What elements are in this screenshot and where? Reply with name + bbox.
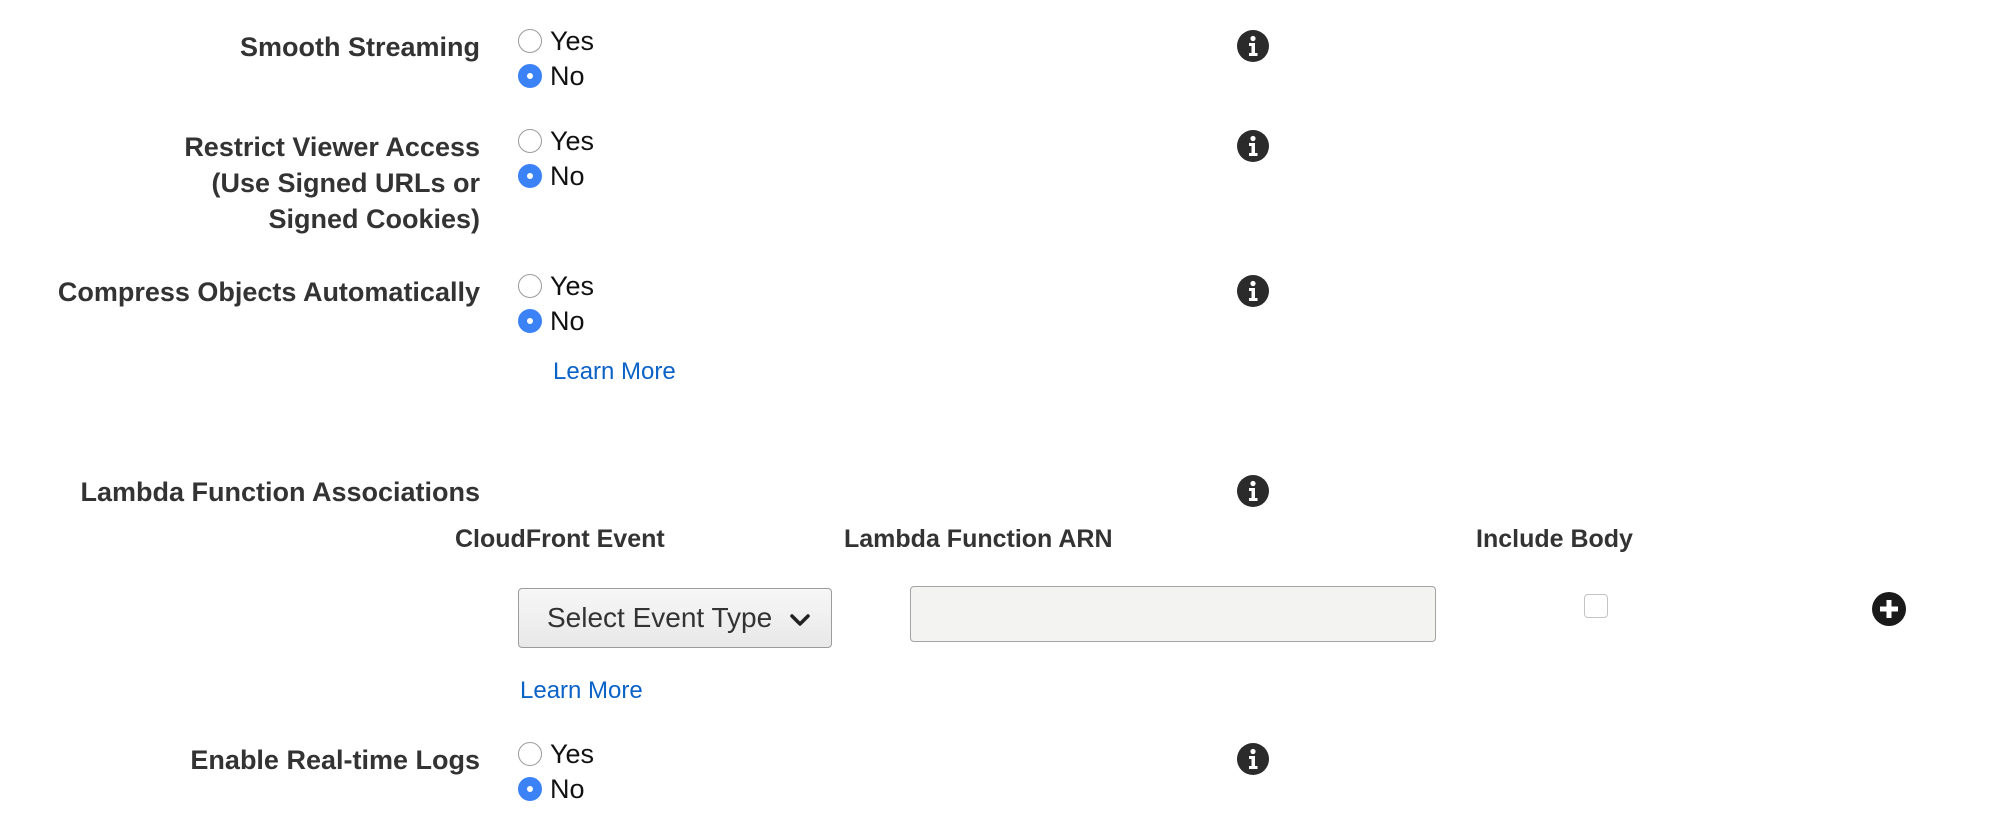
lambda-function-associations-label: Lambda Function Associations bbox=[80, 477, 480, 507]
radio-button[interactable] bbox=[518, 742, 542, 766]
realtime-logs-yes-radio[interactable]: Yes bbox=[518, 738, 594, 770]
restrict-viewer-access-label-line-1: Restrict Viewer Access bbox=[184, 132, 480, 162]
lambda-learn-more-link[interactable]: Learn More bbox=[520, 677, 643, 705]
column-header-lambda-function-arn: Lambda Function ARN bbox=[844, 525, 1113, 553]
radio-button[interactable] bbox=[518, 274, 542, 298]
radio-label: No bbox=[550, 305, 585, 336]
restrict-viewer-access-label-line-3: Signed Cookies) bbox=[268, 204, 480, 234]
compress-objects-yes-radio[interactable]: Yes bbox=[518, 270, 594, 302]
radio-label: Yes bbox=[550, 270, 595, 301]
info-icon[interactable] bbox=[1237, 275, 1269, 307]
event-type-select-value: Select Event Type bbox=[547, 602, 773, 633]
compress-objects-learn-more-link[interactable]: Learn More bbox=[553, 358, 676, 386]
realtime-logs-no-radio[interactable]: No bbox=[518, 773, 585, 805]
chevron-down-icon bbox=[790, 614, 810, 626]
smooth-streaming-no-radio[interactable]: No bbox=[518, 60, 585, 92]
plus-circle-icon[interactable] bbox=[1872, 592, 1906, 626]
info-icon[interactable] bbox=[1237, 130, 1269, 162]
enable-realtime-logs-label: Enable Real-time Logs bbox=[190, 745, 480, 775]
smooth-streaming-label: Smooth Streaming bbox=[239, 32, 480, 62]
column-header-cloudfront-event: CloudFront Event bbox=[455, 525, 665, 553]
radio-label: Yes bbox=[550, 25, 595, 56]
column-header-include-body: Include Body bbox=[1476, 525, 1633, 553]
restrict-viewer-access-label-line-2: (Use Signed URLs or bbox=[211, 168, 480, 198]
info-icon[interactable] bbox=[1237, 30, 1269, 62]
radio-button-checked[interactable] bbox=[518, 309, 542, 333]
radio-button-checked[interactable] bbox=[518, 64, 542, 88]
include-body-checkbox[interactable] bbox=[1584, 594, 1608, 618]
lambda-function-arn-input[interactable] bbox=[910, 586, 1436, 642]
radio-button[interactable] bbox=[518, 29, 542, 53]
compress-objects-no-radio[interactable]: No bbox=[518, 305, 585, 337]
radio-label: No bbox=[550, 160, 585, 191]
radio-label: No bbox=[550, 60, 585, 91]
radio-button[interactable] bbox=[518, 129, 542, 153]
radio-label: Yes bbox=[550, 738, 595, 769]
compress-objects-label: Compress Objects Automatically bbox=[57, 277, 480, 307]
restrict-viewer-access-no-radio[interactable]: No bbox=[518, 160, 585, 192]
smooth-streaming-yes-radio[interactable]: Yes bbox=[518, 25, 594, 57]
radio-button-checked[interactable] bbox=[518, 164, 542, 188]
radio-label: No bbox=[550, 773, 585, 804]
restrict-viewer-access-yes-radio[interactable]: Yes bbox=[518, 125, 594, 157]
event-type-select[interactable]: Select Event Type bbox=[518, 588, 832, 648]
radio-button-checked[interactable] bbox=[518, 777, 542, 801]
info-icon[interactable] bbox=[1237, 743, 1269, 775]
radio-label: Yes bbox=[550, 125, 595, 156]
info-icon[interactable] bbox=[1237, 475, 1269, 507]
